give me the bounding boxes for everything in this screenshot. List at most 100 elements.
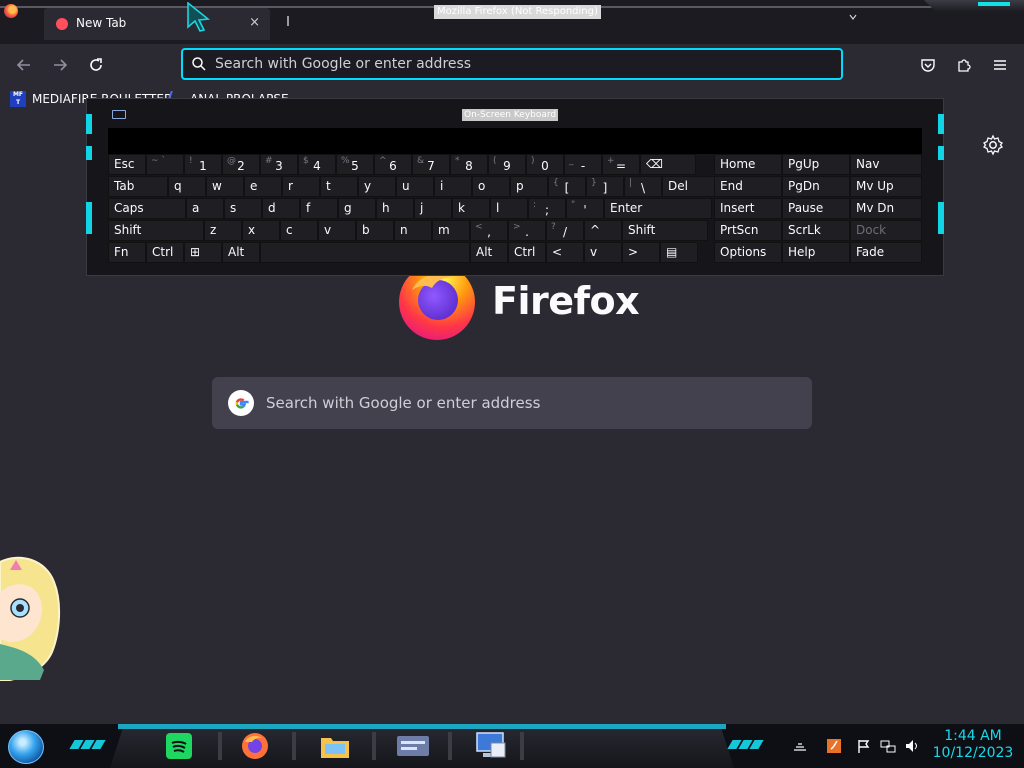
show-hidden-icons-icon[interactable] — [792, 738, 808, 754]
network-icon[interactable] — [880, 738, 896, 754]
osk-key-q[interactable]: q — [168, 176, 206, 197]
osk-key--[interactable]: ? / — [546, 220, 584, 241]
osk-key-mv-dn[interactable]: Mv Dn — [850, 198, 922, 219]
osk-key--[interactable]: <, — [470, 220, 508, 241]
osk-key-help[interactable]: Help — [782, 242, 850, 263]
osk-key-l[interactable]: l — [490, 198, 528, 219]
start-button[interactable] — [8, 730, 44, 764]
osk-key-g[interactable]: g — [338, 198, 376, 219]
list-all-tabs-button[interactable] — [848, 13, 858, 23]
osk-key-home[interactable]: Home — [714, 154, 782, 175]
osk-key--[interactable]: :; — [528, 198, 566, 219]
osk-key-6[interactable]: ^ 6 — [374, 154, 412, 175]
osk-key-options[interactable]: Options — [714, 242, 782, 263]
osk-key--[interactable]: ⌫ — [640, 154, 696, 175]
osk-key--[interactable]: < — [546, 242, 584, 263]
osk-key-u[interactable]: u — [396, 176, 434, 197]
osk-key-caps[interactable]: Caps — [108, 198, 186, 219]
osk-key-pause[interactable]: Pause — [782, 198, 850, 219]
osk-key--[interactable]: ▤ — [660, 242, 698, 263]
osk-key-end[interactable]: End — [714, 176, 782, 197]
forward-button[interactable] — [47, 52, 73, 78]
osk-key-i[interactable]: i — [434, 176, 472, 197]
osk-key--[interactable]: ⊞ — [184, 242, 222, 263]
osk-key-t[interactable]: t — [320, 176, 358, 197]
osk-key-dock[interactable]: Dock — [850, 220, 922, 241]
osk-key-ctrl[interactable]: Ctrl — [508, 242, 546, 263]
osk-key-7[interactable]: & 7 — [412, 154, 450, 175]
osk-key-p[interactable]: p — [510, 176, 548, 197]
osk-key-prtscn[interactable]: PrtScn — [714, 220, 782, 241]
osk-key-h[interactable]: h — [376, 198, 414, 219]
settings-gear-icon[interactable] — [982, 134, 1004, 156]
osk-key--[interactable]: }] — [586, 176, 624, 197]
osk-key-scrlk[interactable]: ScrLk — [782, 220, 850, 241]
osk-key-space[interactable] — [260, 242, 470, 263]
osk-key-a[interactable]: a — [186, 198, 224, 219]
osk-key-alt[interactable]: Alt — [470, 242, 508, 263]
osk-key-5[interactable]: % 5 — [336, 154, 374, 175]
osk-key-9[interactable]: (9 — [488, 154, 526, 175]
action-center-flag-icon[interactable] — [856, 738, 872, 754]
pocket-button[interactable] — [915, 52, 941, 78]
osk-key-y[interactable]: y — [358, 176, 396, 197]
osk-key-c[interactable]: c — [280, 220, 318, 241]
back-button[interactable] — [11, 52, 37, 78]
osk-key-e[interactable]: e — [244, 176, 282, 197]
remote-desktop-taskbar-button[interactable] — [474, 730, 508, 762]
osk-key-s[interactable]: s — [224, 198, 262, 219]
firefox-taskbar-button[interactable] — [238, 730, 272, 762]
osk-key-fade[interactable]: Fade — [850, 242, 922, 263]
osk-key--[interactable]: ^ — [584, 220, 622, 241]
app-menu-button[interactable] — [987, 52, 1013, 78]
osk-key-shift[interactable]: Shift — [622, 220, 708, 241]
osk-key-mv-up[interactable]: Mv Up — [850, 176, 922, 197]
osk-key--[interactable]: | \ — [624, 176, 662, 197]
osk-key-fn[interactable]: Fn — [108, 242, 146, 263]
osk-key-alt[interactable]: Alt — [222, 242, 260, 263]
tab-new-tab[interactable]: New Tab × — [44, 8, 270, 40]
volume-icon[interactable] — [904, 738, 920, 754]
osk-key--[interactable]: _ - — [564, 154, 602, 175]
tab-close-icon[interactable]: × — [249, 15, 260, 30]
osk-key-o[interactable]: o — [472, 176, 510, 197]
osk-key-x[interactable]: x — [242, 220, 280, 241]
osk-key-1[interactable]: ! 1 — [184, 154, 222, 175]
java-update-icon[interactable] — [826, 738, 842, 754]
osk-key--[interactable]: {[ — [548, 176, 586, 197]
control-panel-taskbar-button[interactable] — [396, 730, 430, 762]
osk-key--[interactable]: > — [622, 242, 660, 263]
osk-key-nav[interactable]: Nav — [850, 154, 922, 175]
osk-key-j[interactable]: j — [414, 198, 452, 219]
osk-key--[interactable]: " ' — [566, 198, 604, 219]
firefox-app-icon[interactable] — [4, 4, 18, 18]
newtab-search-box[interactable]: Search with Google or enter address — [212, 377, 812, 429]
osk-key--[interactable]: + = — [602, 154, 640, 175]
osk-key-esc[interactable]: Esc — [108, 154, 146, 175]
address-bar[interactable] — [181, 48, 843, 80]
osk-key-f[interactable]: f — [300, 198, 338, 219]
osk-key-v[interactable]: v — [318, 220, 356, 241]
osk-key-n[interactable]: n — [394, 220, 432, 241]
osk-key-w[interactable]: w — [206, 176, 244, 197]
osk-key-3[interactable]: #3 — [260, 154, 298, 175]
osk-key-pgdn[interactable]: PgDn — [782, 176, 850, 197]
new-tab-button[interactable] — [284, 14, 292, 28]
osk-key-d[interactable]: d — [262, 198, 300, 219]
osk-key-v[interactable]: v — [584, 242, 622, 263]
spotify-taskbar-button[interactable] — [162, 730, 196, 762]
osk-key-4[interactable]: $4 — [298, 154, 336, 175]
osk-key-2[interactable]: @2 — [222, 154, 260, 175]
osk-key-enter[interactable]: Enter — [604, 198, 712, 219]
osk-key-shift[interactable]: Shift — [108, 220, 204, 241]
osk-key-ctrl[interactable]: Ctrl — [146, 242, 184, 263]
extensions-button[interactable] — [951, 52, 977, 78]
osk-key-0[interactable]: ) 0 — [526, 154, 564, 175]
osk-key-m[interactable]: m — [432, 220, 470, 241]
osk-key-z[interactable]: z — [204, 220, 242, 241]
osk-key-tab[interactable]: Tab — [108, 176, 168, 197]
system-clock[interactable]: 1:44 AM 10/12/2023 — [928, 728, 1018, 762]
osk-key-insert[interactable]: Insert — [714, 198, 782, 219]
address-input[interactable] — [215, 53, 815, 75]
reload-button[interactable] — [83, 52, 109, 78]
